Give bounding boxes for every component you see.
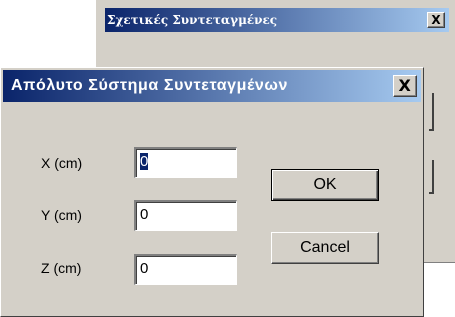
z-field-value: 0 <box>140 260 149 277</box>
absolute-coordinates-dialog: Απόλυτο Σύστημα Συντεταγμένων X X (cm) 0… <box>0 67 424 317</box>
z-field-label: Z (cm) <box>41 260 82 276</box>
y-field-label: Y (cm) <box>41 207 82 223</box>
relative-dialog-close-button[interactable]: X <box>427 12 445 28</box>
absolute-dialog-titlebar[interactable]: Απόλυτο Σύστημα Συντεταγμένων X <box>3 70 421 102</box>
absolute-dialog-close-button[interactable]: X <box>393 75 417 97</box>
close-icon: X <box>431 13 441 27</box>
close-icon: X <box>398 76 412 95</box>
relative-dialog-button-edge-2[interactable] <box>429 160 434 194</box>
x-field-value: 0 <box>140 153 149 170</box>
z-field[interactable]: 0 <box>134 254 237 285</box>
relative-dialog-button-edge-1[interactable] <box>429 93 434 131</box>
relative-dialog-title: Σχετικές Συντεταγμένες <box>107 13 278 27</box>
cancel-button[interactable]: Cancel <box>271 232 379 264</box>
y-field[interactable]: 0 <box>134 200 237 231</box>
y-field-value: 0 <box>140 206 149 223</box>
relative-dialog-titlebar[interactable]: Σχετικές Συντεταγμένες X <box>105 8 449 32</box>
x-field[interactable]: 0 <box>134 147 237 178</box>
ok-button[interactable]: OK <box>271 169 379 201</box>
absolute-dialog-title: Απόλυτο Σύστημα Συντεταγμένων <box>11 77 289 94</box>
x-field-label: X (cm) <box>41 155 83 171</box>
